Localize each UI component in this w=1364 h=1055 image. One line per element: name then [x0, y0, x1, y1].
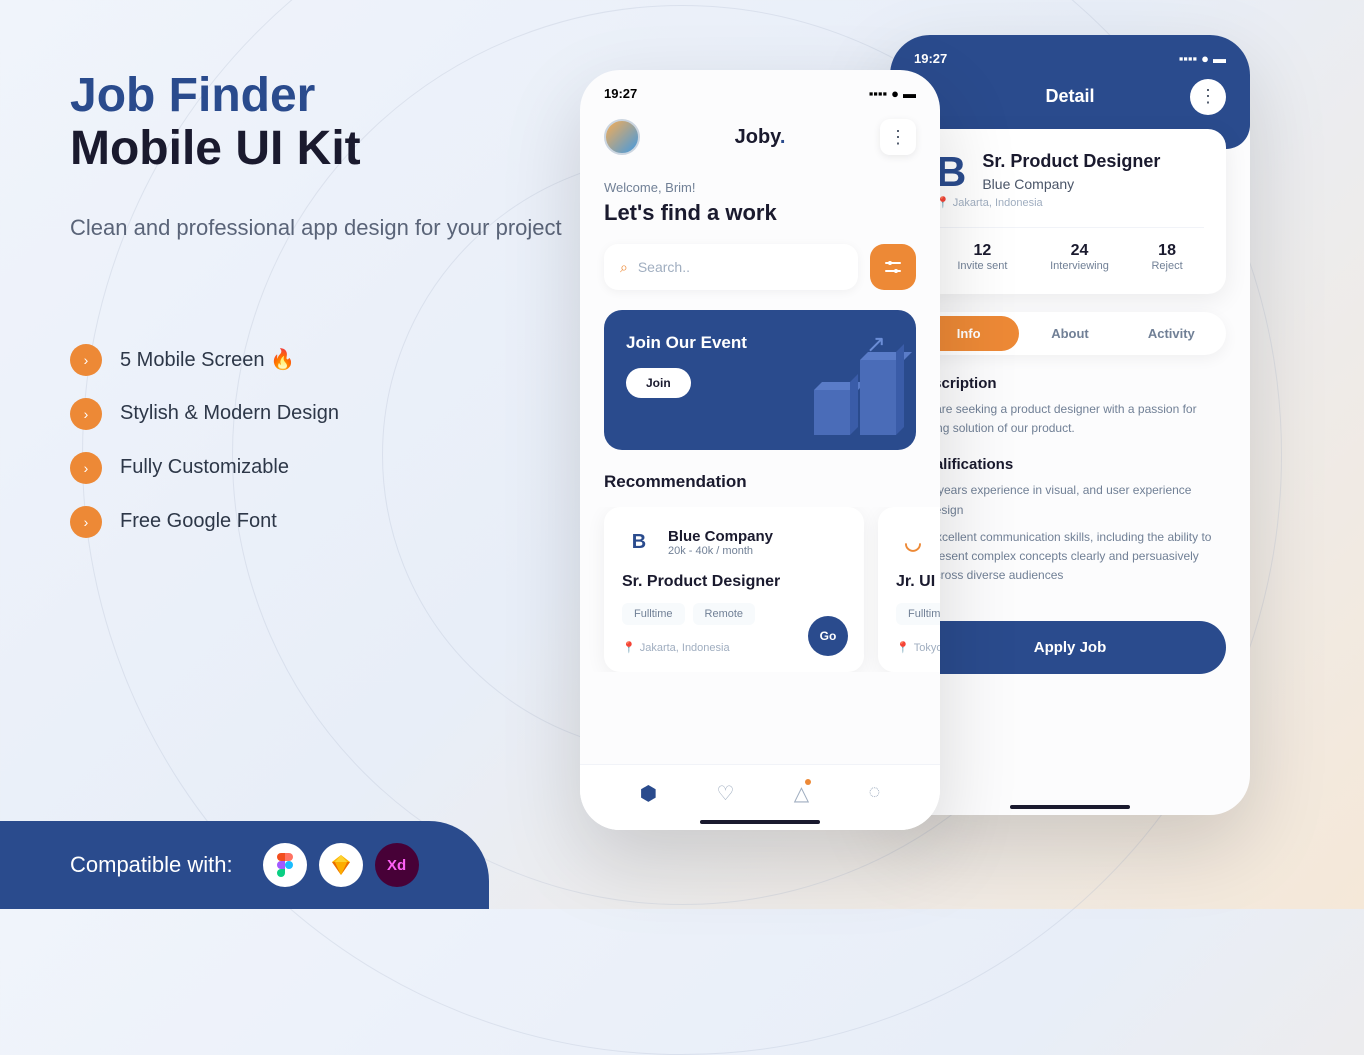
search-icon: ⌕	[620, 259, 628, 276]
pin-icon: 📍	[622, 641, 636, 654]
salary-text: 20k - 40k / month	[668, 545, 773, 557]
event-title: Join Our Event	[626, 332, 894, 354]
job-tag: Remote	[693, 603, 756, 625]
wifi-icon: ●	[1201, 51, 1209, 66]
subtitle: Clean and professional app design for yo…	[70, 211, 570, 244]
title-line-2: Mobile UI Kit	[70, 123, 570, 176]
app-logo: Joby.	[735, 126, 786, 149]
status-icons: ▪▪▪▪ ● ▬	[869, 86, 916, 101]
pin-icon: 📍	[896, 641, 910, 654]
chevron-right-icon: ›	[70, 452, 102, 484]
company-name: Blue Company	[936, 176, 1204, 192]
feature-item: › Free Google Font	[70, 506, 570, 538]
job-card[interactable]: ◡ Jr. UI Fulltime 📍Tokyo	[878, 507, 940, 672]
location-text: 📍 Jakarta, Indonesia	[936, 196, 1204, 209]
chevron-right-icon: ›	[70, 398, 102, 430]
filter-button[interactable]	[870, 244, 916, 290]
event-banner[interactable]: Join Our Event Join ↗	[604, 310, 916, 450]
more-button[interactable]: ⋮	[1190, 79, 1226, 115]
phone-home-screen: 19:27 ▪▪▪▪ ● ▬ Joby. ⋮ Welcome, Brim! Le…	[580, 70, 940, 830]
company-name: Blue Company	[668, 528, 773, 545]
battery-icon: ▬	[903, 86, 916, 101]
join-button[interactable]: Join	[626, 368, 691, 398]
job-detail-card: B Sr. Product Designer Blue Company 📍 Ja…	[914, 129, 1226, 294]
recommendation-heading: Recommendation	[580, 472, 940, 507]
stat-invite: 12Invite sent	[957, 242, 1007, 272]
chevron-right-icon: ›	[70, 344, 102, 376]
qualification-item: 2 years experience in visual, and user e…	[914, 481, 1226, 519]
status-time: 19:27	[914, 51, 947, 66]
stat-interviewing: 24Interviewing	[1050, 242, 1109, 272]
company-logo-letter: B	[936, 151, 966, 193]
figma-icon	[263, 843, 307, 887]
home-icon[interactable]: ⬢	[640, 781, 657, 806]
welcome-text: Welcome, Brim!	[580, 165, 940, 200]
search-input[interactable]: ⌕ Search..	[604, 244, 858, 290]
search-placeholder: Search..	[638, 259, 690, 275]
description-text: We are seeking a product designer with a…	[914, 400, 1226, 438]
chevron-right-icon: ›	[70, 506, 102, 538]
avatar[interactable]	[604, 119, 640, 155]
features-list: › 5 Mobile Screen 🔥 › Stylish & Modern Des…	[70, 344, 570, 538]
chat-icon[interactable]: ◌	[868, 781, 880, 806]
job-card[interactable]: B Blue Company 20k - 40k / month Sr. Pro…	[604, 507, 864, 672]
feature-text: Free Google Font	[120, 510, 277, 533]
description-heading: Description	[914, 375, 1226, 392]
battery-icon: ▬	[1213, 51, 1226, 66]
company-logo: ◡	[896, 525, 930, 559]
more-button[interactable]: ⋮	[880, 119, 916, 155]
location-text: 📍Tokyo	[896, 641, 940, 654]
home-indicator	[1010, 805, 1130, 809]
feature-text: Fully Customizable	[120, 456, 289, 479]
heart-icon[interactable]: ♡	[716, 781, 734, 806]
feature-text: Stylish & Modern Design	[120, 402, 339, 425]
qualifications-heading: Qualifications	[914, 456, 1226, 473]
xd-icon: Xd	[375, 843, 419, 887]
job-tag: Fulltime	[896, 603, 940, 625]
title-line-1: Job Finder	[70, 70, 570, 123]
tab-activity[interactable]: Activity	[1121, 316, 1222, 351]
qualification-item: Excellent communication skills, includin…	[914, 528, 1226, 586]
status-icons: ▪▪▪▪ ● ▬	[1179, 51, 1226, 66]
feature-item: › 5 Mobile Screen 🔥	[70, 344, 570, 376]
compatible-label: Compatible with:	[70, 852, 233, 878]
feature-item: › Stylish & Modern Design	[70, 398, 570, 430]
job-role: Sr. Product Designer	[622, 573, 846, 591]
feature-text: 5 Mobile Screen 🔥	[120, 347, 295, 372]
phone-detail-screen: 19:27 ▪▪▪▪ ● ▬ Detail ⋮ B Sr. Product De…	[890, 35, 1250, 815]
job-role: Jr. UI	[896, 573, 940, 591]
compatible-bar: Compatible with: Xd	[0, 821, 489, 909]
sliders-icon	[884, 258, 902, 276]
stat-reject: 18Reject	[1151, 242, 1182, 272]
home-indicator	[700, 820, 820, 824]
job-role: Sr. Product Designer	[936, 151, 1204, 172]
company-logo: B	[622, 525, 656, 559]
go-button[interactable]: Go	[808, 616, 848, 656]
headline: Let's find a work	[580, 200, 940, 244]
wifi-icon: ●	[891, 86, 899, 101]
bell-icon[interactable]: △	[794, 781, 809, 806]
feature-item: › Fully Customizable	[70, 452, 570, 484]
apply-job-button[interactable]: Apply Job	[914, 621, 1226, 674]
signal-icon: ▪▪▪▪	[1179, 51, 1197, 66]
signal-icon: ▪▪▪▪	[869, 86, 887, 101]
bar-illustration	[860, 360, 896, 435]
tab-about[interactable]: About	[1019, 316, 1120, 351]
marketing-panel: Job Finder Mobile UI Kit Clean and profe…	[70, 70, 570, 538]
status-time: 19:27	[604, 86, 637, 101]
sketch-icon	[319, 843, 363, 887]
job-tag: Fulltime	[622, 603, 685, 625]
detail-tabs: Info About Activity	[914, 312, 1226, 355]
bar-illustration	[814, 390, 850, 435]
page-title: Detail	[1045, 86, 1094, 107]
